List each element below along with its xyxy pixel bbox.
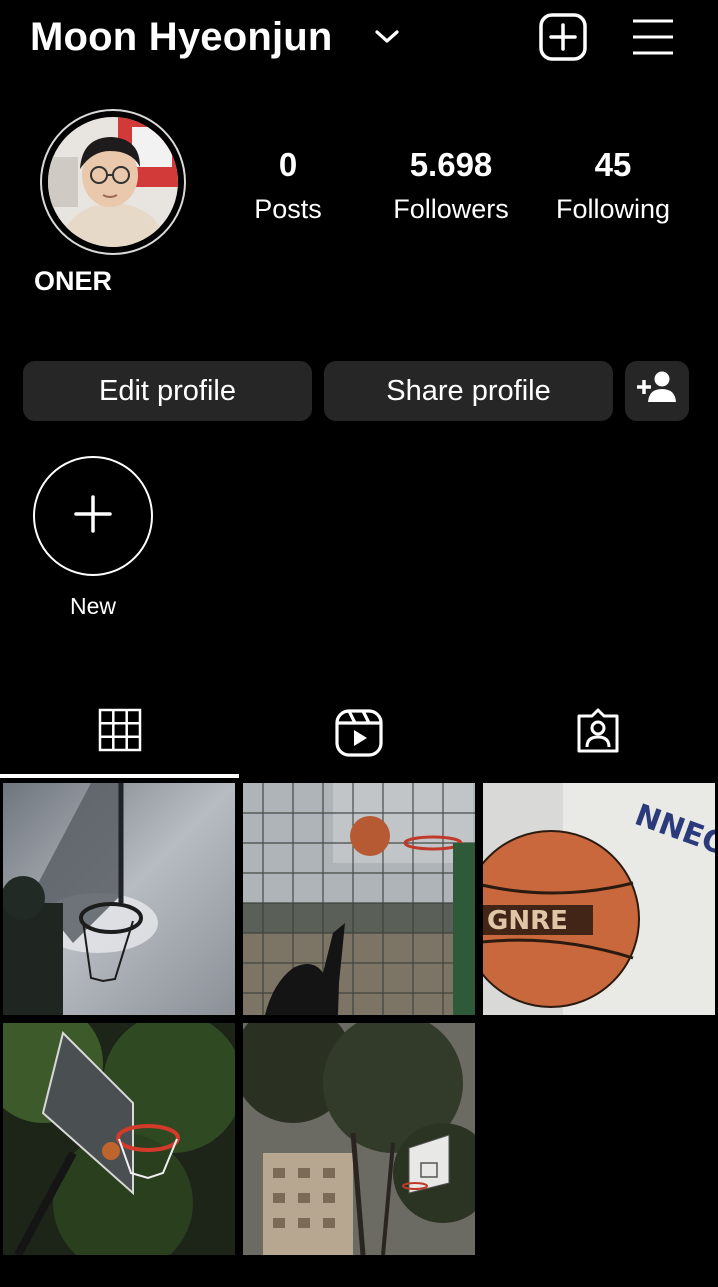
svg-text:GNRE: GNRE	[487, 906, 568, 936]
post-thumbnail-2[interactable]	[243, 783, 475, 1015]
post-thumbnail-3[interactable]: NNEO GNRE	[483, 783, 715, 1015]
hamburger-menu-icon[interactable]	[630, 15, 676, 59]
followers-stat[interactable]: 5.698 Followers	[371, 145, 531, 229]
reels-icon	[334, 708, 384, 763]
grid-icon	[98, 708, 142, 757]
plus-icon	[73, 494, 113, 539]
posts-stat[interactable]: 0 Posts	[208, 145, 368, 229]
new-highlight-label: New	[69, 593, 116, 619]
share-profile-button[interactable]: Share profile	[324, 361, 613, 421]
discover-people-button[interactable]	[625, 361, 689, 421]
following-count: 45	[594, 146, 632, 183]
profile-avatar[interactable]	[40, 109, 186, 255]
person-add-icon	[635, 370, 679, 412]
new-highlight-button[interactable]	[33, 456, 153, 576]
tab-posts-grid[interactable]	[0, 700, 239, 778]
post-thumbnail-5[interactable]	[243, 1023, 475, 1255]
profile-display-name: ONER	[34, 266, 113, 296]
chevron-down-icon[interactable]	[372, 22, 402, 52]
tagged-person-icon	[575, 708, 621, 759]
tab-reels[interactable]	[239, 700, 478, 778]
profile-username[interactable]: Moon Hyeonjun	[30, 10, 333, 64]
post-thumbnail-4[interactable]	[3, 1023, 235, 1255]
following-stat[interactable]: 45 Following	[533, 145, 693, 229]
followers-count: 5.698	[409, 146, 493, 183]
posts-count: 0	[278, 146, 298, 183]
tab-tagged[interactable]	[478, 700, 717, 778]
posts-label: Posts	[254, 194, 322, 224]
followers-label: Followers	[393, 194, 509, 224]
active-tab-indicator	[0, 774, 239, 778]
post-thumbnail-1[interactable]	[3, 783, 235, 1015]
edit-profile-button[interactable]: Edit profile	[23, 361, 312, 421]
following-label: Following	[555, 194, 671, 224]
plus-square-icon[interactable]	[538, 12, 588, 62]
avatar-photo	[48, 117, 178, 247]
